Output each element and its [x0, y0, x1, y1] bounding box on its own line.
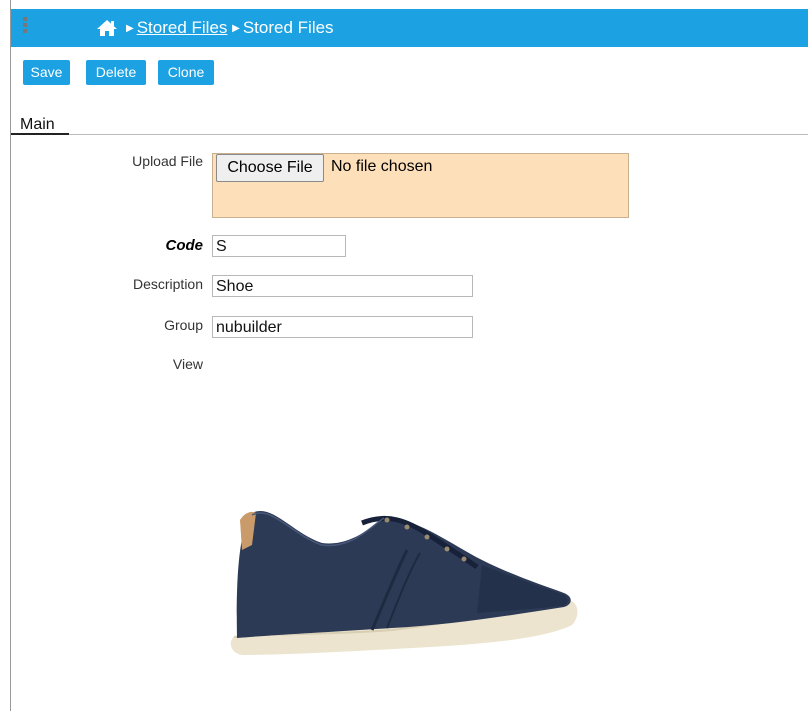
view-label: View — [172, 356, 203, 372]
left-border — [10, 0, 11, 711]
code-label: Code — [165, 237, 204, 254]
chevron-right-icon: ▶ — [126, 23, 134, 34]
shoe-image — [230, 510, 578, 655]
home-icon[interactable] — [96, 19, 118, 40]
group-label: Group — [164, 317, 203, 333]
upload-file-field[interactable]: Choose File No file chosen — [212, 153, 629, 218]
tab-main-underline — [11, 133, 69, 135]
upload-file-label: Upload File — [132, 153, 203, 169]
delete-button[interactable]: Delete — [86, 60, 146, 85]
description-label: Description — [132, 276, 203, 292]
tab-main[interactable]: Main — [20, 116, 55, 134]
group-input[interactable]: nubuilder — [212, 316, 473, 338]
description-input[interactable]: Shoe — [212, 275, 473, 297]
menu-dots-icon[interactable] — [23, 17, 27, 35]
save-button[interactable]: Save — [23, 60, 70, 85]
breadcrumb: ▶ Stored Files ▶ Stored Files — [126, 18, 334, 38]
breadcrumb-link-stored-files[interactable]: Stored Files — [137, 18, 228, 37]
choose-file-button[interactable]: Choose File — [216, 154, 324, 182]
no-file-chosen-text: No file chosen — [331, 158, 433, 175]
code-input[interactable]: S — [212, 235, 346, 257]
tab-divider — [69, 134, 808, 135]
chevron-right-icon: ▶ — [232, 23, 240, 34]
breadcrumb-current: Stored Files — [242, 18, 334, 37]
top-bar: ▶ Stored Files ▶ Stored Files — [11, 9, 808, 47]
clone-button[interactable]: Clone — [158, 60, 214, 85]
file-preview-image — [212, 355, 594, 711]
